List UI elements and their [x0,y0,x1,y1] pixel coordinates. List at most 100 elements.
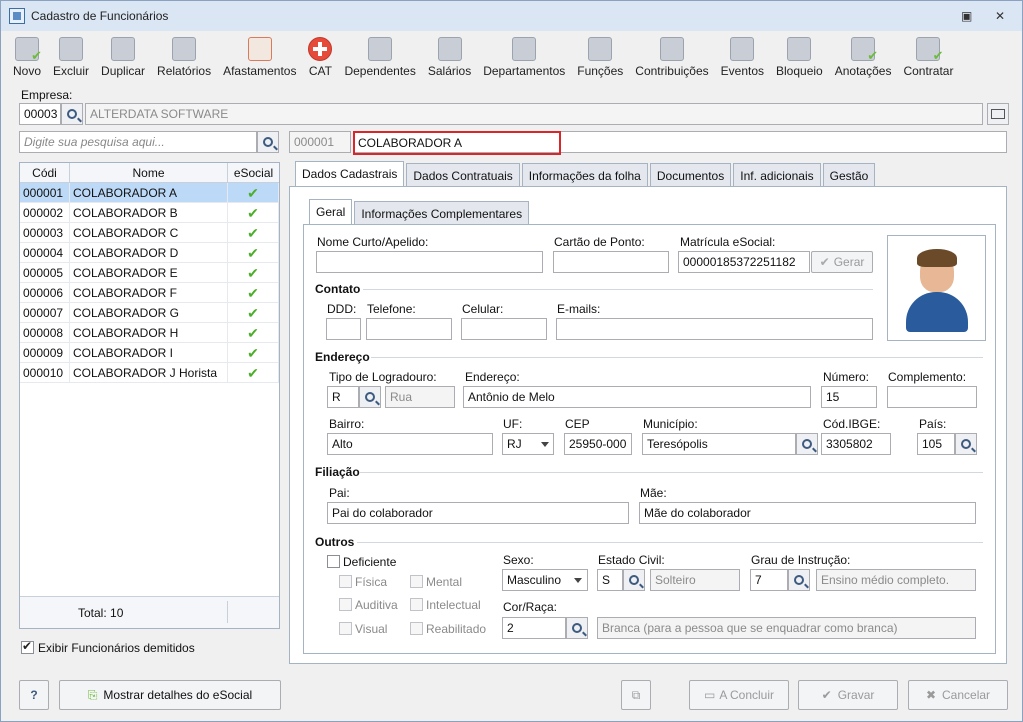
race-search-button[interactable] [566,617,588,639]
tab-geral[interactable]: Geral [309,199,353,225]
generate-button[interactable]: ✔ Gerar [811,251,873,273]
conclude-button[interactable]: ▭ A Concluir [689,680,789,710]
table-row[interactable]: 000007 COLABORADOR G ✔ [20,303,279,323]
company-card-button[interactable] [987,103,1009,125]
table-row[interactable]: 000008 COLABORADOR H ✔ [20,323,279,343]
table-row[interactable]: 000009 COLABORADOR I ✔ [20,343,279,363]
intellectual-checkbox[interactable] [410,598,423,611]
close-icon[interactable]: ✕ [995,9,1005,23]
gender-label: Sexo: [503,553,534,567]
marital-status-code-input[interactable]: S [597,569,623,591]
neighborhood-input[interactable]: Alto [327,433,493,455]
help-icon: ? [30,688,38,702]
table-row[interactable]: 000001 COLABORADOR A ✔ [20,183,279,203]
marital-status-search-button[interactable] [623,569,645,591]
title-bar: Cadastro de Funcionários ▣ ✕ [1,1,1022,31]
phone-input[interactable] [366,318,452,340]
education-search-button[interactable] [788,569,810,591]
contact-section: Contato [315,282,361,296]
tab-documentos[interactable]: Documentos [649,163,732,187]
save-button[interactable]: ✔ Gravar [798,680,898,710]
leaves-button[interactable]: Afastamentos [217,31,302,78]
cellphone-input[interactable] [461,318,547,340]
education-code-input[interactable]: 7 [750,569,788,591]
cellphone-label: Celular: [462,302,504,316]
street-type-code-input[interactable]: R [327,386,359,408]
esocial-details-button[interactable]: ⎘ Mostrar detalhes do eSocial [59,680,281,710]
city-search-button[interactable] [796,433,818,455]
tab-inf-adicionais[interactable]: Inf. adicionais [733,163,821,187]
tab-gestao[interactable]: Gestão [822,163,876,187]
number-input[interactable]: 15 [821,386,877,408]
salaries-button[interactable]: Salários [422,31,477,78]
help-button[interactable]: ? [19,680,49,710]
delete-button[interactable]: Excluir [47,31,95,78]
column-code[interactable]: Códi [20,163,70,182]
departments-button[interactable]: Departamentos [477,31,571,78]
physical-checkbox[interactable] [339,575,352,588]
dependents-button[interactable]: Dependentes [338,31,421,78]
complement-input[interactable] [887,386,977,408]
emails-label: E-mails: [557,302,601,316]
visual-checkbox[interactable] [339,622,352,635]
zip-input[interactable]: 25950-000 [564,433,632,455]
esocial-registration-input[interactable]: 00000185372251182 [678,251,810,273]
chevron-down-icon [541,442,549,447]
cancel-button[interactable]: ✖ Cancelar [908,680,1008,710]
rehabilitated-checkbox[interactable] [410,622,423,635]
hearing-checkbox[interactable] [339,598,352,611]
father-label: Pai: [329,486,350,500]
tab-dados-cadastrais[interactable]: Dados Cadastrais [295,161,405,187]
lock-button[interactable]: Bloqueio [770,31,829,78]
search-input[interactable]: Digite sua pesquisa aqui... [19,131,257,153]
notes-button[interactable]: Anotações [829,31,898,78]
street-type-name-field: Rua [385,386,455,408]
table-row[interactable]: 000010 COLABORADOR J Horista ✔ [20,363,279,383]
restore-icon[interactable]: ▣ [961,9,972,23]
address-input[interactable]: Antônio de Melo [463,386,811,408]
new-button[interactable]: Novo [13,31,47,78]
disabled-person-checkbox[interactable] [327,555,340,568]
copy-button[interactable]: ⧉ [621,680,651,710]
company-code-input[interactable]: 00003 [19,103,61,125]
complement-label: Complemento: [888,370,967,384]
city-input[interactable]: Teresópolis [642,433,796,455]
duplicate-button[interactable]: Duplicar [95,31,151,78]
mental-checkbox[interactable] [410,575,423,588]
reports-button[interactable]: Relatórios [151,31,217,78]
phone-label: Telefone: [367,302,416,316]
cat-button[interactable]: CAT [302,31,338,78]
table-row[interactable]: 000005 COLABORADOR E ✔ [20,263,279,283]
ddd-input[interactable] [326,318,361,340]
emails-input[interactable] [556,318,873,340]
table-row[interactable]: 000004 COLABORADOR D ✔ [20,243,279,263]
avatar[interactable] [887,235,986,341]
race-name-field: Branca (para a pessoa que se enquadrar c… [597,617,976,639]
tab-informacoes-folha[interactable]: Informações da folha [521,163,648,187]
contributions-button[interactable]: Contribuições [629,31,714,78]
search-icon [794,575,804,585]
table-row[interactable]: 000006 COLABORADOR F ✔ [20,283,279,303]
race-code-input[interactable]: 2 [502,617,566,639]
events-button[interactable]: Eventos [715,31,770,78]
street-type-search-button[interactable] [359,386,381,408]
tab-dados-contratuais[interactable]: Dados Contratuais [406,163,520,187]
other-section: Outros [315,535,355,549]
table-row[interactable]: 000003 COLABORADOR C ✔ [20,223,279,243]
ibge-input[interactable]: 3305802 [821,433,891,455]
company-search-button[interactable] [61,103,83,125]
show-dismissed-checkbox[interactable] [21,639,34,654]
country-search-button[interactable] [955,433,977,455]
column-esocial[interactable]: eSocial [228,163,279,182]
country-input[interactable]: 105 [917,433,955,455]
functions-button[interactable]: Funções [571,31,629,78]
table-row[interactable]: 000002 COLABORADOR B ✔ [20,203,279,223]
nickname-input[interactable] [316,251,543,273]
search-button[interactable] [257,131,279,153]
hire-button[interactable]: Contratar [897,31,959,78]
tab-informacoes-complementares[interactable]: Informações Complementares [354,201,530,225]
father-input[interactable]: Pai do colaborador [327,502,629,524]
mother-input[interactable]: Mãe do colaborador [639,502,976,524]
punch-card-input[interactable] [553,251,669,273]
column-name[interactable]: Nome [70,163,228,182]
